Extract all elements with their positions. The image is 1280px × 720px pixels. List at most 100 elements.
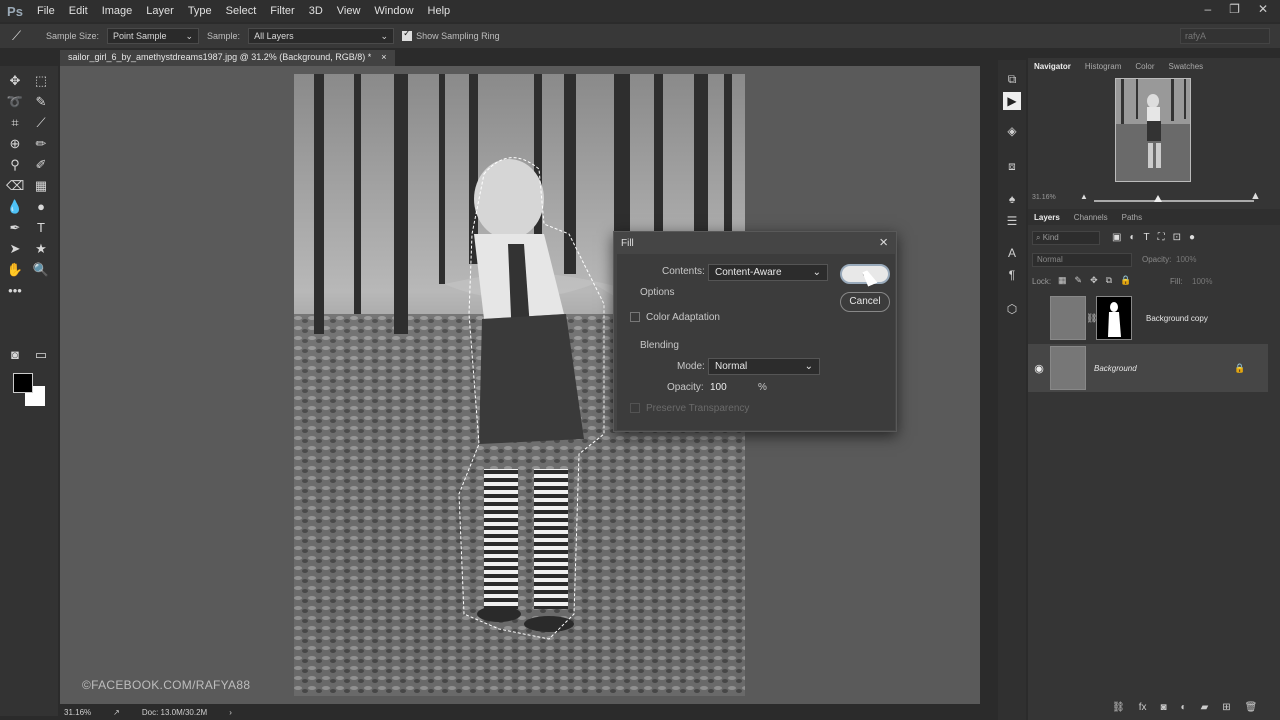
stamp-tool-icon[interactable]: ⚲	[6, 156, 24, 174]
minimize-icon[interactable]: –	[1204, 2, 1211, 16]
mode-select[interactable]: Normal ⌄	[708, 358, 820, 375]
sample-size-select[interactable]: Point Sample ⌄	[107, 28, 200, 44]
hand-tool-icon[interactable]: ✋	[6, 261, 24, 279]
link-layers-icon[interactable]: ⛓	[1112, 702, 1125, 713]
zoom-level[interactable]: 31.16%	[64, 708, 91, 717]
move-tool-icon[interactable]: ✥	[6, 72, 24, 90]
layer-row[interactable]: ◉ Background 🔒	[1028, 344, 1268, 392]
fill-value[interactable]: 100%	[1192, 277, 1212, 286]
tab-color[interactable]: Color	[1135, 62, 1154, 71]
properties-panel-icon[interactable]: ☰	[1003, 212, 1021, 230]
adjustment-filter-icon[interactable]: ◐	[1129, 232, 1135, 243]
3d-panel-icon[interactable]: ⬡	[1003, 300, 1021, 318]
image-filter-icon[interactable]: ▣	[1112, 232, 1121, 243]
blend-mode-select[interactable]: Normal	[1032, 253, 1132, 267]
navigator-preview[interactable]	[1115, 78, 1191, 182]
gradient-tool-icon[interactable]: ▦	[32, 177, 50, 195]
adjustment-layer-icon[interactable]: ◐	[1181, 702, 1187, 713]
eyedropper-icon[interactable]: ⟋	[32, 114, 50, 132]
libraries-panel-icon[interactable]: ⧈	[1003, 157, 1021, 175]
tab-layers[interactable]: Layers	[1034, 213, 1060, 222]
menu-select[interactable]: Select	[219, 5, 264, 17]
foreground-color-swatch[interactable]	[13, 373, 33, 393]
quick-select-tool-icon[interactable]: ✎	[32, 93, 50, 111]
lock-pixels-icon[interactable]: ✎	[1075, 275, 1083, 286]
restore-icon[interactable]: ❐	[1229, 2, 1240, 16]
doc-size[interactable]: Doc: 13.0M/30.2M	[142, 708, 207, 717]
character-panel-icon[interactable]: A	[1003, 244, 1021, 262]
quick-mask-icon[interactable]: ◙	[6, 346, 24, 364]
adjustments-panel-icon[interactable]: ◈	[1003, 122, 1021, 140]
tab-swatches[interactable]: Swatches	[1168, 62, 1203, 71]
history-panel-icon[interactable]: ⧉	[1003, 70, 1021, 88]
navigator-zoom[interactable]: 31.16%	[1028, 194, 1056, 201]
eye-icon[interactable]: ◉	[1028, 362, 1050, 375]
add-mask-icon[interactable]: ◙	[1160, 702, 1166, 713]
filter-toggle-icon[interactable]: ●	[1189, 232, 1195, 243]
trash-icon[interactable]: 🗑	[1245, 702, 1258, 713]
paragraph-panel-icon[interactable]: ¶	[1003, 266, 1021, 284]
shape-tool-icon[interactable]: ★	[32, 240, 50, 258]
type-filter-icon[interactable]: T	[1144, 232, 1150, 243]
zoom-in-icon[interactable]: ▲	[1250, 190, 1261, 202]
close-tab-icon[interactable]: ×	[381, 52, 386, 64]
document-tab[interactable]: sailor_girl_6_by_amethystdreams1987.jpg …	[60, 50, 395, 66]
brush-tool-icon[interactable]: ✏	[32, 135, 50, 153]
preserve-transparency-checkbox[interactable]	[630, 403, 640, 413]
fx-icon[interactable]: fx	[1139, 702, 1147, 713]
menu-image[interactable]: Image	[95, 5, 140, 17]
menu-layer[interactable]: Layer	[139, 5, 181, 17]
brushes-panel-icon[interactable]: ♠	[1003, 190, 1021, 208]
tab-channels[interactable]: Channels	[1074, 213, 1108, 222]
close-icon[interactable]: ✕	[1258, 2, 1268, 16]
menu-help[interactable]: Help	[421, 5, 458, 17]
show-sampling-ring-toggle[interactable]: Show Sampling Ring	[402, 28, 500, 41]
navigator-zoom-slider[interactable]	[1094, 200, 1254, 202]
export-icon[interactable]: ↗	[113, 708, 120, 717]
pen-tool-icon[interactable]: ✒	[6, 219, 24, 237]
more-tools-icon[interactable]: •••	[6, 282, 24, 300]
opacity-input[interactable]: 100	[710, 382, 727, 393]
actions-panel-icon[interactable]: ▶	[1003, 92, 1021, 110]
lock-transparent-icon[interactable]: ▦	[1058, 275, 1067, 286]
menu-type[interactable]: Type	[181, 5, 219, 17]
lock-all-icon[interactable]: 🔒	[1120, 275, 1131, 286]
menu-3d[interactable]: 3D	[302, 5, 330, 17]
layer-name[interactable]: Background	[1094, 364, 1234, 373]
lock-artboard-icon[interactable]: ⧉	[1106, 275, 1112, 286]
new-layer-icon[interactable]: ⊞	[1222, 702, 1230, 713]
close-icon[interactable]: ×	[879, 234, 888, 251]
layer-name[interactable]: Background copy	[1146, 314, 1208, 323]
layer-filter-kind[interactable]: ⌕ Kind	[1032, 231, 1100, 245]
marquee-tool-icon[interactable]: ⬚	[32, 72, 50, 90]
eyedropper-tool-icon[interactable]: ⟋	[12, 28, 38, 44]
zoom-out-icon[interactable]: ▲	[1080, 192, 1088, 201]
menu-edit[interactable]: Edit	[62, 5, 95, 17]
sample-select[interactable]: All Layers ⌄	[248, 28, 395, 44]
cancel-button[interactable]: Cancel	[840, 292, 890, 312]
lasso-tool-icon[interactable]: ➰	[6, 93, 24, 111]
contents-select[interactable]: Content-Aware ⌄	[708, 264, 828, 281]
menu-view[interactable]: View	[330, 5, 368, 17]
type-tool-icon[interactable]: T	[32, 219, 50, 237]
tab-paths[interactable]: Paths	[1122, 213, 1142, 222]
dodge-tool-icon[interactable]: ●	[32, 198, 50, 216]
new-group-icon[interactable]: ▰	[1201, 702, 1209, 713]
crop-tool-icon[interactable]: ⌗	[6, 114, 24, 132]
screen-mode-icon[interactable]: ▭	[32, 346, 50, 364]
history-brush-icon[interactable]: ✐	[32, 156, 50, 174]
eraser-tool-icon[interactable]: ⌫	[6, 177, 24, 195]
user-field[interactable]: rafyA	[1180, 28, 1270, 44]
tab-histogram[interactable]: Histogram	[1085, 62, 1121, 71]
menu-window[interactable]: Window	[367, 5, 420, 17]
path-select-icon[interactable]: ➤	[6, 240, 24, 258]
color-adaptation-checkbox[interactable]	[630, 312, 640, 322]
tab-navigator[interactable]: Navigator	[1034, 62, 1071, 71]
layer-row[interactable]: ⛓ Background copy	[1028, 294, 1268, 342]
shape-filter-icon[interactable]: ⛶	[1158, 232, 1165, 243]
blur-tool-icon[interactable]: 💧	[6, 198, 24, 216]
zoom-tool-icon[interactable]: 🔍	[32, 261, 50, 279]
layer-opacity-value[interactable]: 100%	[1176, 255, 1196, 264]
chevron-right-icon[interactable]: ›	[229, 708, 232, 717]
menu-file[interactable]: File	[30, 5, 62, 17]
